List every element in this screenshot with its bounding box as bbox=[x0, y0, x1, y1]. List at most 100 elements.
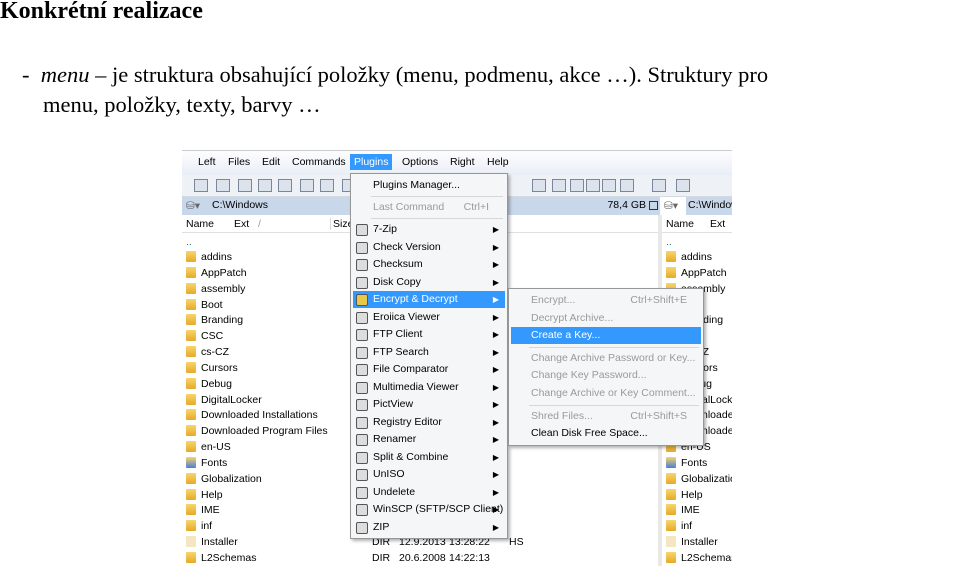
submenu-item[interactable]: Shred Files... Ctrl+Shift+S bbox=[511, 408, 701, 425]
folder-icon bbox=[186, 314, 196, 326]
column-ext[interactable]: Ext bbox=[710, 218, 725, 230]
plugins-menu-item[interactable]: Checksum ▶ bbox=[353, 256, 505, 273]
file-name: DigitalLocker bbox=[201, 393, 262, 406]
menu-plugins[interactable]: Plugins bbox=[350, 154, 393, 170]
plugins-menu-item[interactable]: File Comparator ▶ bbox=[353, 361, 505, 378]
plugins-menu-item[interactable]: Disk Copy ▶ bbox=[353, 274, 505, 291]
menu-item-label: Change Key Password... bbox=[531, 369, 647, 382]
plugins-menu-item[interactable]: Registry Editor ▶ bbox=[353, 414, 505, 431]
menu-item-label: Undelete bbox=[373, 485, 416, 498]
plugins-menu-item[interactable]: ZIP ▶ bbox=[353, 519, 505, 536]
file-name: addins bbox=[201, 251, 232, 263]
plugins-menu-item[interactable]: Last Command Ctrl+I bbox=[353, 199, 505, 216]
up-dir-icon[interactable]: .. bbox=[186, 234, 192, 250]
file-name: Debug bbox=[201, 377, 232, 390]
plugins-menu-item[interactable]: Check Version ▶ bbox=[353, 239, 505, 256]
toolbar-button-icon[interactable] bbox=[532, 179, 546, 192]
submenu-item[interactable]: Change Archive or Key Comment... bbox=[511, 385, 701, 402]
submenu-item[interactable]: Encrypt... Ctrl+Shift+E bbox=[511, 292, 701, 309]
submenu-item[interactable]: Create a Key... bbox=[511, 327, 701, 345]
right-path-bar[interactable]: ⛁▾ C:\Windows bbox=[662, 197, 732, 215]
submenu-arrow-icon: ▶ bbox=[492, 365, 499, 374]
bullet-dash: - bbox=[22, 62, 30, 87]
file-row[interactable]: Help bbox=[666, 487, 732, 503]
toolbar-button-icon[interactable] bbox=[620, 179, 634, 192]
menu-item-label: 7-Zip bbox=[373, 223, 397, 235]
menu-commands[interactable]: Commands bbox=[292, 156, 346, 168]
menu-help[interactable]: Help bbox=[487, 156, 509, 168]
file-row[interactable]: inf bbox=[666, 518, 732, 534]
plugins-menu-item[interactable]: FTP Client ▶ bbox=[353, 326, 505, 343]
menu-separator bbox=[371, 196, 503, 197]
plugins-menu-item[interactable]: Multimedia Viewer ▶ bbox=[353, 379, 505, 396]
toolbar-button-icon[interactable] bbox=[602, 179, 616, 192]
file-row[interactable]: Globalization bbox=[666, 471, 732, 487]
toolbar-button-icon[interactable] bbox=[676, 179, 690, 192]
plugins-menu-item[interactable]: 7-Zip ▶ bbox=[353, 221, 505, 238]
menu-bar: Left Files Edit Commands Plugins Options Right… bbox=[182, 151, 732, 175]
menu-right[interactable]: Right bbox=[450, 156, 475, 168]
column-name[interactable]: Name bbox=[666, 218, 694, 230]
plugins-menu-item[interactable]: Renamer ▶ bbox=[353, 431, 505, 448]
file-row[interactable]: AppPatch bbox=[666, 265, 732, 281]
menu-item-label: Last Command bbox=[373, 201, 445, 213]
toolbar-button-icon[interactable] bbox=[238, 179, 252, 192]
folder-icon bbox=[666, 488, 676, 500]
plugins-menu: Plugins Manager... Last Command Ctrl+I 7-Zi… bbox=[350, 173, 508, 539]
column-name[interactable]: Name bbox=[186, 218, 214, 230]
menu-item-label: Disk Copy bbox=[373, 275, 421, 288]
menu-files[interactable]: Files bbox=[228, 156, 250, 168]
toolbar-button-icon[interactable] bbox=[570, 179, 584, 192]
toolbar-button-icon[interactable] bbox=[216, 179, 230, 192]
right-column-header: Name Ext bbox=[662, 216, 732, 233]
file-name: CSC bbox=[201, 330, 224, 343]
menu-edit[interactable]: Edit bbox=[262, 156, 280, 168]
disc-icon bbox=[356, 469, 368, 481]
toolbar-button-icon[interactable] bbox=[278, 179, 292, 192]
folder-icon bbox=[186, 251, 196, 262]
menu-item-shortcut: Ctrl+Shift+E bbox=[630, 294, 687, 306]
submenu-item[interactable]: Decrypt Archive... bbox=[511, 310, 701, 327]
folder-icon bbox=[186, 520, 196, 532]
menu-left[interactable]: Left bbox=[198, 156, 216, 168]
toolbar-button-icon[interactable] bbox=[194, 179, 208, 192]
file-row[interactable]: Fonts bbox=[666, 455, 732, 471]
submenu-item[interactable]: Clean Disk Free Space... bbox=[511, 425, 701, 442]
file-row[interactable]: Installer bbox=[666, 534, 732, 550]
toolbar-button-icon[interactable] bbox=[652, 179, 666, 192]
file-row[interactable]: L2Schemas DIR 20.6.2008 14:22:13 bbox=[186, 550, 656, 566]
toolbar-button-icon[interactable] bbox=[586, 179, 600, 192]
column-ext[interactable]: Ext bbox=[234, 218, 249, 230]
plugins-menu-item[interactable]: Plugins Manager... bbox=[353, 177, 505, 194]
file-row[interactable]: IME bbox=[666, 502, 732, 518]
maximize-icon[interactable] bbox=[649, 201, 658, 210]
file-name: Globalization bbox=[201, 472, 262, 485]
submenu-item[interactable]: Change Key Password... bbox=[511, 367, 701, 384]
menu-item-label: Create a Key... bbox=[531, 329, 601, 342]
file-row[interactable]: addins bbox=[666, 249, 732, 265]
plugins-menu-item[interactable]: Undelete ▶ bbox=[353, 484, 505, 501]
toolbar-button-icon[interactable] bbox=[300, 179, 314, 192]
plugins-menu-item[interactable]: FTP Search ▶ bbox=[353, 344, 505, 361]
submenu-item[interactable]: Change Archive Password or Key... bbox=[511, 350, 701, 367]
up-dir-icon[interactable]: .. bbox=[666, 234, 672, 250]
plugins-menu-item[interactable]: PictView ▶ bbox=[353, 396, 505, 413]
file-name: Installer bbox=[201, 536, 238, 549]
folder-icon bbox=[666, 251, 676, 262]
plugins-menu-item[interactable]: Split & Combine ▶ bbox=[353, 449, 505, 466]
plugins-menu-item[interactable]: WinSCP (SFTP/SCP Client) ▶ bbox=[353, 501, 505, 518]
submenu-arrow-icon: ▶ bbox=[492, 487, 499, 497]
menu-item-label: File Comparator bbox=[373, 363, 449, 375]
plugins-menu-item[interactable]: Eroiica Viewer ▶ bbox=[353, 309, 505, 326]
ftp-search-icon bbox=[356, 346, 368, 359]
folder-icon bbox=[186, 361, 196, 373]
plugins-menu-item[interactable]: UnISO ▶ bbox=[353, 466, 505, 483]
file-name: addins bbox=[681, 251, 712, 263]
menu-options[interactable]: Options bbox=[402, 156, 438, 168]
toolbar-button-icon[interactable] bbox=[552, 179, 566, 192]
file-row[interactable]: L2Schemas bbox=[666, 550, 732, 566]
file-name: en-US bbox=[201, 441, 231, 454]
toolbar-button-icon[interactable] bbox=[320, 179, 334, 192]
plugins-menu-item[interactable]: Encrypt & Decrypt ▶ bbox=[353, 291, 505, 308]
toolbar-button-icon[interactable] bbox=[258, 179, 272, 192]
